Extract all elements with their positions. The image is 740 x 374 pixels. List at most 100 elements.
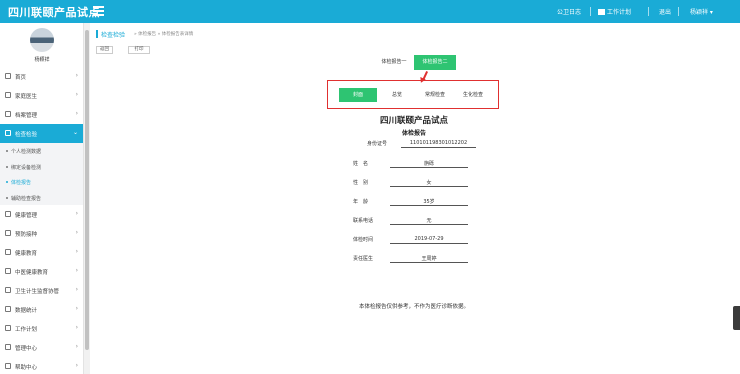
field-label: 体检时间 bbox=[353, 237, 374, 243]
field-label: 责任医生 bbox=[353, 256, 374, 262]
inspection-submenu: 个人检测数据 绑定设备检测 体检报告 辅助检查报告 bbox=[0, 143, 83, 206]
chevron-right-icon: › bbox=[75, 72, 78, 79]
field-label: 姓 名 bbox=[353, 161, 369, 167]
chevron-right-icon: › bbox=[75, 286, 78, 293]
sidebar-item-label: 帮助中心 bbox=[15, 365, 38, 371]
bullet-icon bbox=[6, 150, 8, 152]
help-icon bbox=[5, 363, 11, 369]
bullet-icon bbox=[6, 196, 8, 199]
supervision-icon bbox=[5, 287, 11, 293]
sidebar-item-work-plan[interactable]: 工作计划 › bbox=[0, 319, 83, 338]
education-icon bbox=[5, 249, 11, 255]
submenu-item-auxiliary-report[interactable]: 辅助检查报告 bbox=[0, 190, 83, 206]
field-value: 2019-07-29 bbox=[390, 236, 468, 244]
chevron-right-icon: › bbox=[75, 343, 78, 350]
sidebar-item-health-management[interactable]: 健康管理 › bbox=[0, 205, 83, 224]
sidebar: 杨颖祥 首页 › 家庭医生 › 档案管理 › 检查检验 ⌄ 个人检测数据 绑定设备检测 … bbox=[0, 23, 84, 374]
work-log-link[interactable]: 公卫日志 bbox=[557, 7, 581, 16]
sidebar-item-label: 中医健康教育 bbox=[15, 270, 49, 276]
sidebar-item-label: 家庭医生 bbox=[15, 94, 38, 100]
sidebar-scrollbar-thumb[interactable] bbox=[85, 30, 89, 350]
submenu-item-label: 个人检测数据 bbox=[11, 149, 42, 155]
breadcrumb-trail: » 体检报告 » 体检报告表详情 bbox=[134, 32, 194, 37]
sidebar-item-home[interactable]: 首页 › bbox=[0, 67, 83, 86]
tab-report-two[interactable]: 体检报告二 bbox=[414, 55, 456, 70]
field-value: 无 bbox=[390, 217, 468, 225]
field-value: 旃砾 bbox=[390, 160, 468, 168]
field-label: 联系电话 bbox=[353, 218, 374, 224]
field-value: 110101198301012202 bbox=[401, 140, 476, 148]
sidebar-item-label: 健康管理 bbox=[15, 213, 38, 219]
sidebar-item-records[interactable]: 档案管理 › bbox=[0, 105, 83, 124]
chevron-right-icon: › bbox=[75, 110, 78, 117]
sidebar-item-help-center[interactable]: 帮助中心 › bbox=[0, 357, 83, 374]
work-plan-link[interactable]: 工作计划 bbox=[598, 7, 631, 16]
avatar[interactable] bbox=[30, 28, 54, 52]
chevron-right-icon: › bbox=[75, 267, 78, 274]
sidebar-item-inspection[interactable]: 检查检验 ⌄ bbox=[0, 124, 83, 143]
bar-chart-icon bbox=[5, 306, 11, 312]
breadcrumb-marker bbox=[96, 30, 98, 38]
chevron-right-icon: › bbox=[75, 248, 78, 255]
report-org-title: 四川联颐产品试点 bbox=[379, 116, 448, 126]
field-value: 女 bbox=[390, 179, 468, 187]
subtab-overview[interactable]: 总览 bbox=[382, 88, 412, 102]
calendar-icon bbox=[598, 9, 605, 15]
subtab-routine-check[interactable]: 常规检查 bbox=[416, 88, 454, 102]
chevron-right-icon: › bbox=[75, 210, 78, 217]
print-button[interactable]: 打印 bbox=[128, 46, 150, 54]
sidebar-item-health-education[interactable]: 健康教育 › bbox=[0, 243, 83, 262]
field-label: 身份证号 bbox=[367, 141, 388, 147]
page-title: 检查检验 bbox=[101, 32, 126, 39]
work-plan-label: 工作计划 bbox=[607, 9, 632, 16]
sidebar-item-label: 卫生计生监督协管 bbox=[15, 289, 60, 295]
bullet-icon bbox=[6, 165, 8, 168]
chevron-right-icon: › bbox=[75, 362, 78, 369]
subtab-biochem-check[interactable]: 生化检查 bbox=[454, 88, 492, 102]
inspection-icon bbox=[5, 130, 11, 136]
back-button[interactable]: 返回 bbox=[96, 46, 113, 54]
sidebar-item-supervision[interactable]: 卫生计生监督协管 › bbox=[0, 281, 83, 300]
field-label: 年 龄 bbox=[353, 199, 369, 205]
records-icon bbox=[5, 111, 11, 117]
report-subtitle: 体检报告 bbox=[401, 130, 426, 137]
chevron-right-icon: › bbox=[75, 324, 78, 331]
sidebar-item-statistics[interactable]: 数据统计 › bbox=[0, 300, 83, 319]
menu-toggle-icon[interactable] bbox=[93, 6, 104, 16]
sidebar-item-management-center[interactable]: 管理中心 › bbox=[0, 338, 83, 357]
submenu-item-personal-data[interactable]: 个人检测数据 bbox=[0, 143, 83, 159]
sidebar-item-label: 档案管理 bbox=[15, 113, 38, 119]
top-bar: 四川联颐产品试点 公卫日志 工作计划 退出 杨颖祥 ▾ bbox=[0, 0, 740, 23]
tcm-icon bbox=[5, 268, 11, 274]
divider bbox=[648, 7, 649, 16]
user-menu[interactable]: 杨颖祥 ▾ bbox=[690, 7, 713, 16]
chevron-right-icon: › bbox=[75, 305, 78, 312]
tab-report-one[interactable]: 体检报告一 bbox=[374, 55, 414, 70]
syringe-icon bbox=[5, 230, 11, 236]
chevron-right-icon: › bbox=[75, 229, 78, 236]
submenu-item-device-check[interactable]: 绑定设备检测 bbox=[0, 159, 83, 175]
sidebar-item-label: 检查检验 bbox=[15, 132, 38, 138]
calendar-icon bbox=[5, 325, 11, 331]
divider bbox=[590, 7, 591, 16]
submenu-item-label: 体检报告 bbox=[11, 180, 32, 186]
sidebar-item-label: 工作计划 bbox=[15, 327, 38, 333]
submenu-item-label: 绑定设备检测 bbox=[11, 164, 42, 171]
sidebar-item-label: 预防接种 bbox=[15, 232, 38, 238]
logout-link[interactable]: 退出 bbox=[659, 7, 671, 16]
sidebar-item-label: 首页 bbox=[15, 75, 27, 81]
sidebar-item-family-doctor[interactable]: 家庭医生 › bbox=[0, 86, 83, 105]
report-disclaimer: 本体检报告仅供参考，不作为医疗诊断依据。 bbox=[358, 304, 469, 310]
submenu-item-label: 辅助检查报告 bbox=[11, 195, 42, 202]
sidebar-item-vaccination[interactable]: 预防接种 › bbox=[0, 224, 83, 243]
subtab-cover[interactable]: 封面 bbox=[339, 88, 377, 102]
sidebar-item-label: 数据统计 bbox=[15, 308, 38, 314]
chevron-right-icon: › bbox=[75, 91, 78, 98]
sidebar-item-tcm-education[interactable]: 中医健康教育 › bbox=[0, 262, 83, 281]
submenu-item-physical-report[interactable]: 体检报告 bbox=[0, 174, 83, 190]
username: 杨颖祥 bbox=[34, 57, 50, 63]
home-icon bbox=[5, 73, 11, 79]
grid-icon bbox=[5, 344, 11, 350]
field-value: 王周婷 bbox=[390, 255, 468, 263]
side-widget-tab[interactable] bbox=[733, 306, 740, 330]
